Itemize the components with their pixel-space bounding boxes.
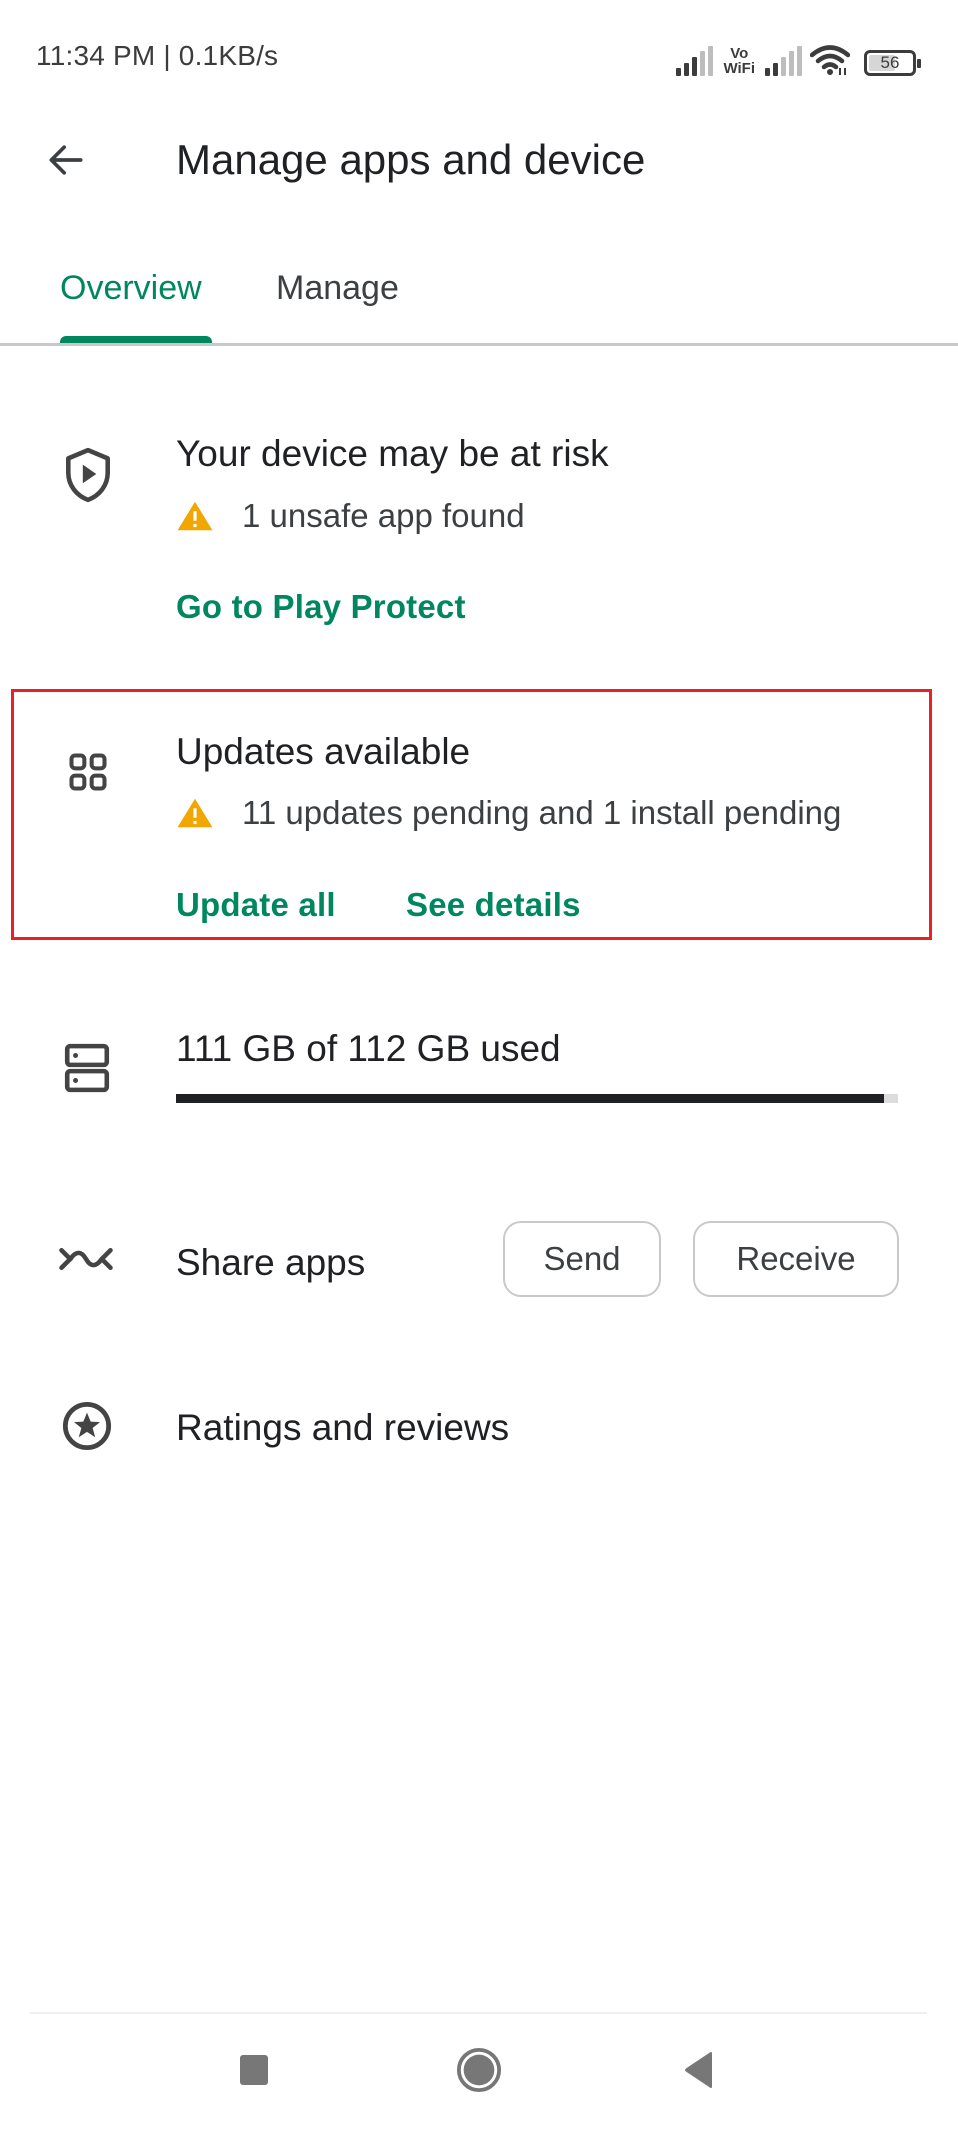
storage-icon [59, 1040, 115, 1096]
status-icons: Vo WiFi 56 [676, 36, 921, 76]
arrow-left-icon [49, 145, 83, 175]
apps-grid-icon [60, 744, 116, 800]
go-to-play-protect-link[interactable]: Go to Play Protect [176, 585, 466, 629]
tab-overview[interactable]: Overview [60, 266, 202, 310]
nav-bar-divider [30, 2012, 927, 2014]
signal-icon [765, 46, 802, 76]
back-button[interactable] [40, 134, 92, 186]
wifi-icon [810, 45, 850, 75]
vowifi-top-label: Vo [730, 45, 749, 62]
tab-manage[interactable]: Manage [276, 266, 399, 310]
share-apps-icon [58, 1231, 114, 1287]
warning-triangle-icon [177, 501, 213, 531]
page-title: Manage apps and device [176, 136, 646, 183]
receive-button[interactable]: Receive [693, 1221, 899, 1297]
battery-level: 56 [880, 53, 900, 72]
vowifi-bottom-label: WiFi [723, 60, 755, 77]
protect-warning-text: 1 unsafe app found [242, 497, 525, 534]
battery-icon: 56 [864, 50, 921, 76]
protect-warning: 1 unsafe app found [176, 494, 525, 538]
vowifi-icon: Vo WiFi [723, 46, 755, 76]
tab-divider [0, 343, 958, 346]
updates-warning-text: 11 updates pending and 1 install pending [242, 794, 842, 831]
storage-progress-bar [176, 1094, 898, 1103]
recents-icon [240, 2055, 268, 2085]
storage-label: 111 GB of 112 GB used [176, 1028, 561, 1069]
update-all-button[interactable]: Update all [176, 883, 336, 927]
back-icon [685, 2052, 712, 2088]
signal-icon [676, 46, 714, 76]
recents-button[interactable] [224, 2040, 284, 2100]
back-nav-button[interactable] [669, 2040, 729, 2100]
protect-title: Your device may be at risk [176, 433, 609, 474]
storage-progress-fill [176, 1094, 884, 1103]
home-icon [456, 2047, 502, 2093]
updates-warning: 11 updates pending and 1 install pending [176, 791, 841, 835]
shield-play-icon [60, 447, 116, 503]
send-button[interactable]: Send [503, 1221, 661, 1297]
status-time: 11:34 PM | 0.1KB/s [36, 40, 279, 71]
updates-title: Updates available [176, 731, 471, 772]
home-button[interactable] [449, 2040, 509, 2100]
star-circle-icon [59, 1398, 115, 1454]
share-apps-label: Share apps [176, 1242, 366, 1283]
see-details-button[interactable]: See details [406, 883, 581, 927]
ratings-and-reviews-link[interactable]: Ratings and reviews [176, 1405, 509, 1451]
warning-triangle-icon [177, 798, 213, 828]
